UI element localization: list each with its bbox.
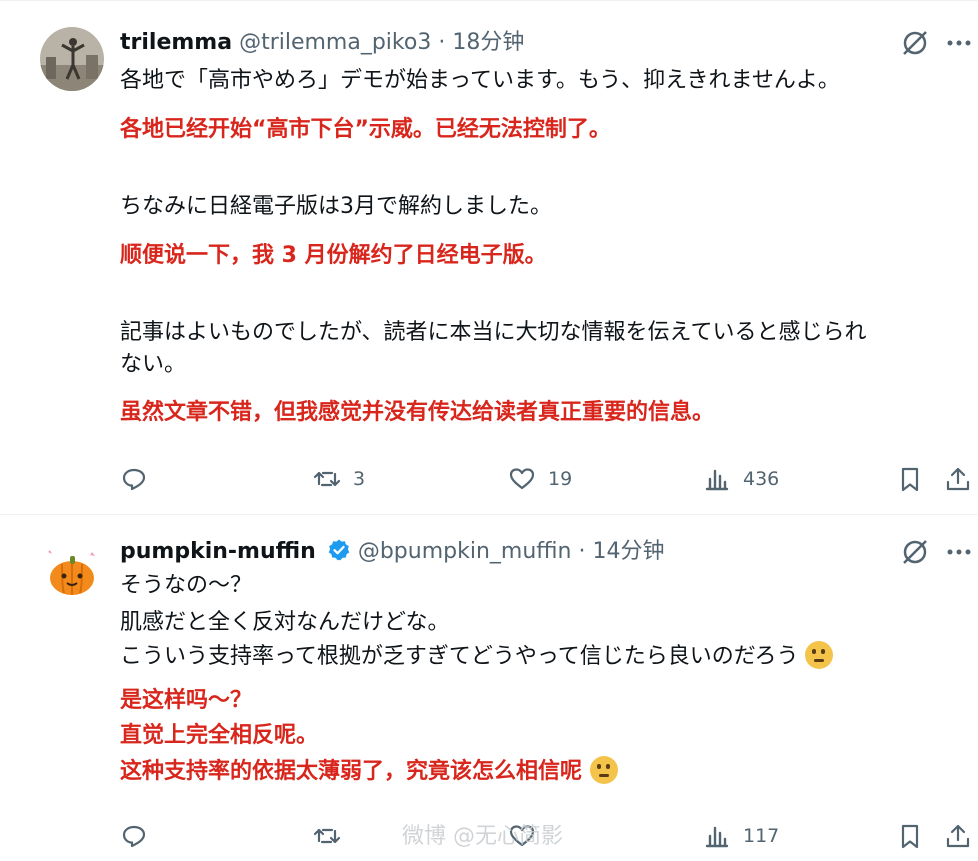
more-options-icon[interactable]: [944, 28, 974, 58]
share-icon: [946, 824, 970, 848]
thinking-face-icon: [805, 641, 834, 669]
post-text-line: 各地で「高市やめろ」デモが始まっています。もう、抑えきれませんよ。: [120, 68, 840, 93]
translation-content: 这种支持率的依据太薄弱了，究竟该怎么相信呢: [120, 759, 583, 784]
user-handle[interactable]: @trilemma_piko3: [239, 30, 431, 55]
translation-line: 各地已经开始“高市下台”示威。已经无法控制了。: [120, 117, 611, 142]
watermark: 微博 @无心简影: [402, 824, 563, 849]
post-text-content: こういう支持率って根拠が乏すぎてどうやって信じたら良いのだろう: [120, 644, 799, 669]
post-header: pumpkin-muffin @bpumpkin_muffin · 14分钟: [120, 537, 665, 567]
reply-icon: [122, 468, 146, 491]
thinking-face-icon: [589, 756, 618, 784]
like-count: 19: [548, 468, 573, 490]
reply-button[interactable]: [120, 461, 160, 497]
display-name[interactable]: pumpkin-muffin: [120, 539, 316, 564]
heart-icon: [509, 468, 535, 490]
more-options-icon[interactable]: [944, 537, 974, 567]
avatar[interactable]: [40, 27, 104, 91]
analytics-icon: [705, 826, 729, 848]
separator-dot: ·: [438, 30, 446, 55]
repost-button[interactable]: [313, 818, 341, 854]
like-button[interactable]: 19: [508, 461, 572, 497]
reply-button[interactable]: [120, 818, 148, 854]
view-count: 117: [743, 825, 780, 847]
share-icon: [946, 467, 970, 491]
post-time[interactable]: 14分钟: [593, 539, 665, 564]
user-handle[interactable]: @bpumpkin_muffin: [358, 539, 572, 564]
view-count: 436: [743, 468, 780, 490]
repost-icon: [313, 828, 341, 844]
action-bar: 3 19 436: [0, 461, 978, 497]
post-time[interactable]: 18分钟: [452, 30, 524, 55]
post-text-line: 肌感だと全く反対なんだけどな。: [120, 610, 450, 635]
post-text-line: 記事はよいものでしたが、読者に本当に大切な情報を伝えていると感じられ: [120, 320, 867, 345]
translation-line: 顺便说一下，我 3 月份解约了日经电子版。: [120, 243, 547, 268]
repost-icon: [313, 471, 341, 487]
grok-icon[interactable]: [900, 28, 930, 58]
share-button[interactable]: [944, 461, 972, 497]
post-pumpkin-muffin[interactable]: pumpkin-muffin @bpumpkin_muffin · 14分钟 そ…: [0, 515, 978, 861]
verified-badge-icon[interactable]: [327, 538, 351, 562]
repost-count: 3: [353, 468, 366, 490]
repost-button[interactable]: 3: [313, 461, 365, 497]
translation-line: 这种支持率的依据太薄弱了，究竟该怎么相信呢: [120, 756, 618, 787]
translation-line: 是这样吗～？: [120, 688, 253, 713]
bookmark-button[interactable]: [896, 461, 924, 497]
translation-line: 虽然文章不错，但我感觉并没有传达给读者真正重要的信息。: [120, 400, 715, 425]
post-text-line: こういう支持率って根拠が乏すぎてどうやって信じたら良いのだろう: [120, 641, 834, 672]
bookmark-icon: [901, 467, 919, 492]
grok-icon[interactable]: [900, 537, 930, 567]
separator-dot: ·: [578, 539, 586, 564]
analytics-icon: [705, 469, 729, 491]
post-text-line: そうなの〜？: [120, 573, 253, 598]
share-button[interactable]: [944, 818, 972, 854]
avatar[interactable]: [40, 540, 104, 604]
bookmark-button[interactable]: [896, 818, 924, 854]
views-button[interactable]: 117: [703, 818, 779, 854]
views-button[interactable]: 436: [703, 461, 779, 497]
post-text-line: ちなみに日経電子版は3月で解約しました。: [120, 194, 552, 219]
bookmark-icon: [901, 824, 919, 849]
display-name[interactable]: trilemma: [120, 30, 232, 55]
post-header: trilemma @trilemma_piko3 · 18分钟: [120, 28, 524, 58]
translation-line: 直觉上完全相反呢。: [120, 723, 319, 748]
reply-icon: [122, 825, 146, 848]
post-trilemma[interactable]: trilemma @trilemma_piko3 · 18分钟 各地で「高市やめ…: [0, 0, 978, 514]
post-text-line: ない。: [120, 352, 187, 377]
